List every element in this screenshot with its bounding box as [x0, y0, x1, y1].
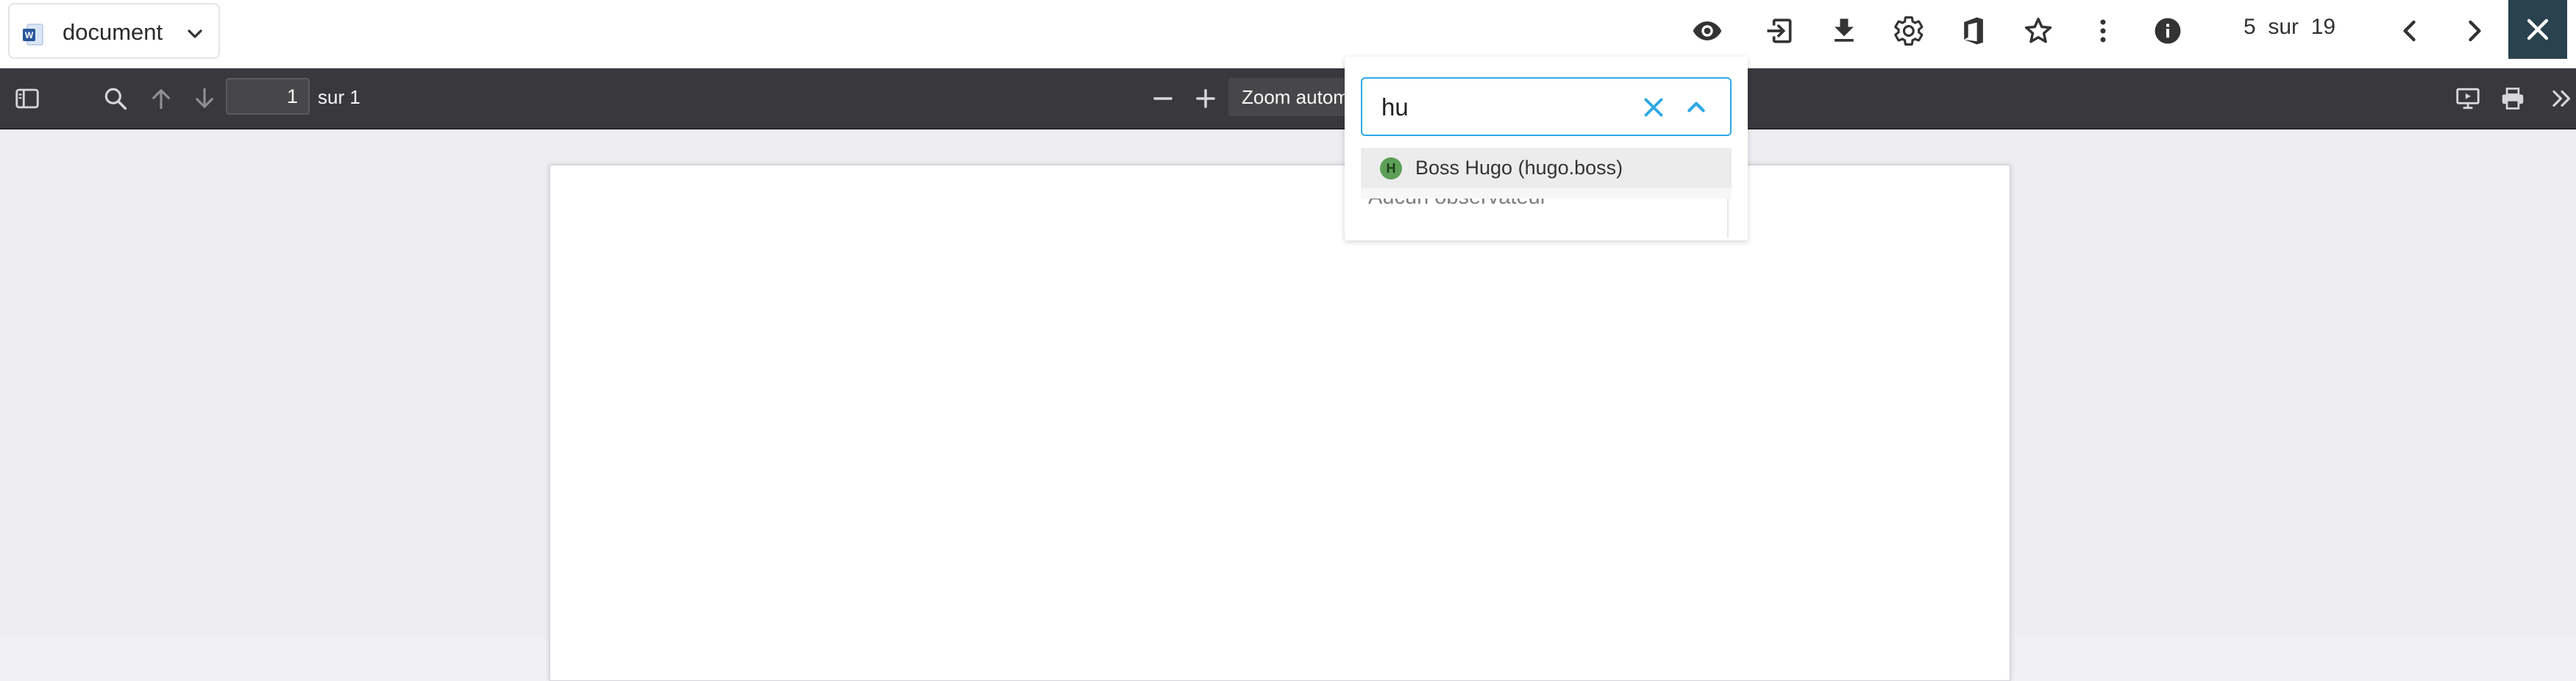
- svg-text:W: W: [25, 30, 34, 40]
- previous-page-icon[interactable]: [147, 85, 175, 113]
- option-list-edge: [1361, 188, 1732, 199]
- app-header: W document 5 sur 19: [0, 0, 2576, 68]
- chevron-down-icon: [183, 22, 207, 46]
- more-tools-icon[interactable]: [2548, 85, 2576, 113]
- zoom-in-icon[interactable]: [1192, 85, 1220, 113]
- document-name: document: [63, 19, 163, 45]
- more-vert-icon[interactable]: [2087, 15, 2119, 47]
- document-selector[interactable]: W document: [8, 3, 220, 59]
- download-icon[interactable]: [1828, 15, 1860, 47]
- page-number-input[interactable]: 1: [226, 78, 310, 115]
- page-count-label: sur 1: [318, 86, 360, 108]
- pdf-page: [549, 165, 2010, 681]
- chevron-left-icon[interactable]: [2394, 15, 2426, 47]
- exit-to-app-icon[interactable]: [1763, 15, 1796, 47]
- print-icon[interactable]: [2499, 85, 2527, 113]
- pdf-viewer-area[interactable]: [0, 129, 2576, 681]
- presentation-mode-icon[interactable]: [2454, 85, 2482, 113]
- observer-search-input[interactable]: hu: [1361, 77, 1732, 136]
- observer-option[interactable]: H Boss Hugo (hugo.boss): [1361, 148, 1732, 188]
- search-icon[interactable]: [102, 85, 129, 113]
- chevron-right-icon[interactable]: [2458, 15, 2491, 47]
- eye-icon[interactable]: [1691, 15, 1723, 47]
- pager-current: 5: [2244, 15, 2256, 39]
- office-icon[interactable]: [1957, 15, 1990, 47]
- clear-icon[interactable]: [1638, 92, 1669, 123]
- settings-icon[interactable]: [1893, 15, 1925, 47]
- observer-option-label: Boss Hugo (hugo.boss): [1415, 157, 1623, 179]
- close-button[interactable]: [2508, 0, 2567, 59]
- pager-separator: sur: [2268, 15, 2299, 39]
- star-icon[interactable]: [2022, 15, 2054, 47]
- next-page-icon[interactable]: [191, 85, 218, 113]
- pdf-toolbar: 1 sur 1 Zoom automatique: [0, 68, 2576, 129]
- avatar: H: [1380, 157, 1402, 179]
- info-icon[interactable]: [2152, 15, 2184, 47]
- pager-total: 19: [2310, 15, 2336, 39]
- sidebar-toggle-icon[interactable]: [13, 85, 41, 113]
- zoom-out-icon[interactable]: [1149, 85, 1177, 113]
- chevron-up-icon[interactable]: [1681, 92, 1712, 123]
- word-file-icon: W: [23, 24, 43, 46]
- observer-search-value: hu: [1381, 93, 1409, 121]
- document-pager: 5 sur 19: [2244, 15, 2335, 40]
